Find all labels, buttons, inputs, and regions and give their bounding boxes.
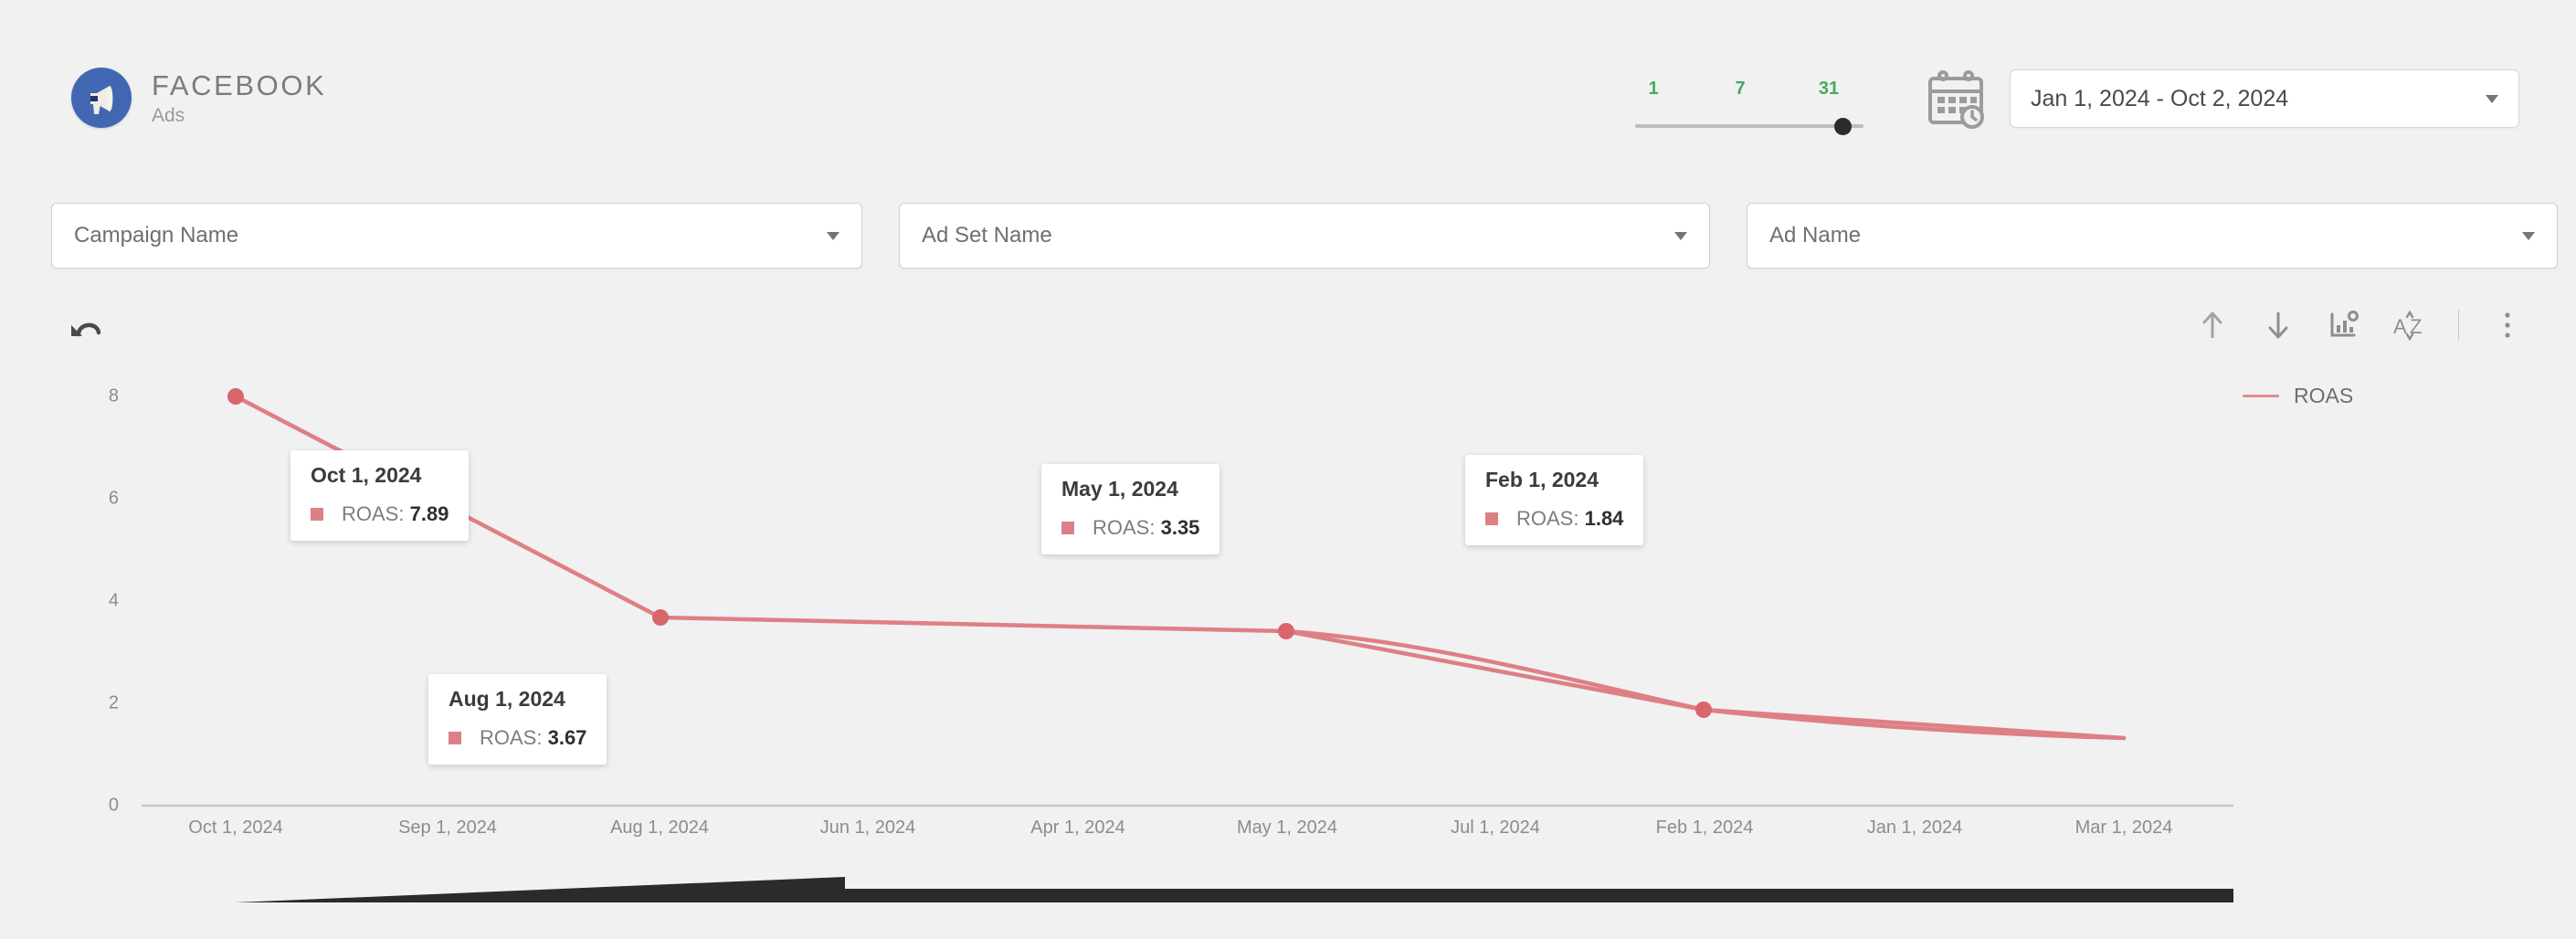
tooltip-metric-label: ROAS: — [480, 726, 543, 749]
chevron-down-icon — [827, 231, 839, 240]
roas-line-chart: 8 6 4 2 0 Oct 1, 2024 Sep 1, 2024 Aug 1,… — [0, 356, 2576, 849]
slider-tick-7: 7 — [1735, 79, 1746, 99]
x-tick-0: Oct 1, 2024 — [188, 818, 283, 838]
tooltip-metric-value: 7.89 — [409, 502, 449, 525]
tooltip-color-swatch — [1485, 512, 1498, 525]
filter-ad-set-name-label: Ad Set Name — [922, 223, 1052, 248]
filter-ad-name[interactable]: Ad Name — [1747, 203, 2558, 269]
chevron-down-icon — [2522, 231, 2535, 240]
data-point-marker[interactable] — [652, 609, 669, 626]
horizontal-scrollbar[interactable] — [0, 848, 2576, 902]
filter-ad-set-name[interactable]: Ad Set Name — [899, 203, 1710, 269]
brand-title: FACEBOOK — [152, 69, 327, 101]
tooltip-oct: Oct 1, 2024 ROAS: 7.89 — [290, 450, 470, 541]
chart-settings-icon[interactable] — [2327, 307, 2361, 343]
x-tick-6: Jul 1, 2024 — [1451, 818, 1540, 838]
data-point-marker[interactable] — [227, 388, 244, 405]
undo-icon[interactable] — [66, 311, 106, 347]
tooltip-metric-value: 3.35 — [1160, 516, 1200, 539]
bottom-grid-strip — [0, 900, 2576, 939]
x-tick-5: May 1, 2024 — [1236, 818, 1338, 838]
tooltip-color-swatch — [311, 508, 323, 521]
tooltip-aug: Aug 1, 2024 ROAS: 3.67 — [428, 674, 607, 765]
filter-row: Campaign Name Ad Set Name Ad Name — [0, 203, 2576, 276]
chart-plot — [142, 388, 2233, 807]
chevron-down-icon — [2486, 94, 2498, 103]
x-tick-7: Feb 1, 2024 — [1655, 818, 1754, 838]
tooltip-title: May 1, 2024 — [1061, 477, 1178, 501]
more-vertical-icon[interactable] — [2490, 307, 2525, 343]
chart-toolbar: A Z — [0, 301, 2576, 356]
chevron-down-icon — [1674, 231, 1687, 240]
sort-alpha-icon[interactable]: A Z — [2392, 307, 2427, 343]
tooltip-color-swatch — [449, 732, 461, 744]
filter-campaign-name[interactable]: Campaign Name — [51, 203, 862, 269]
granularity-slider[interactable]: 1 7 31 — [1635, 79, 1863, 142]
date-range-value: Jan 1, 2024 - Oct 2, 2024 — [2031, 85, 2289, 111]
filter-campaign-name-label: Campaign Name — [74, 223, 239, 248]
scrollbar-thumb[interactable] — [0, 848, 2576, 902]
filter-ad-name-label: Ad Name — [1769, 223, 1862, 248]
arrow-up-icon[interactable] — [2195, 307, 2230, 343]
tooltip-metric-value: 1.84 — [1584, 507, 1624, 530]
data-point-marker[interactable] — [1695, 702, 1712, 718]
tooltip-may: May 1, 2024 ROAS: 3.35 — [1041, 464, 1220, 554]
legend-line-icon — [2243, 395, 2279, 397]
tooltip-metric-value: 3.67 — [547, 726, 587, 749]
x-tick-8: Jan 1, 2024 — [1866, 818, 1963, 838]
slider-thumb[interactable] — [1834, 118, 1852, 135]
slider-tick-31: 31 — [1818, 79, 1840, 99]
x-tick-9: Mar 1, 2024 — [2075, 818, 2173, 838]
tooltip-title: Aug 1, 2024 — [449, 687, 565, 711]
tooltip-title: Oct 1, 2024 — [311, 463, 422, 487]
brand: FACEBOOK Ads — [71, 68, 326, 128]
slider-tick-1: 1 — [1648, 79, 1659, 99]
tooltip-metric-label: ROAS: — [1516, 507, 1579, 530]
tooltip-feb: Feb 1, 2024 ROAS: 1.84 — [1465, 455, 1644, 545]
tooltip-color-swatch — [1061, 522, 1074, 534]
x-tick-2: Aug 1, 2024 — [610, 818, 709, 838]
series-line-roas-tail — [1283, 628, 2127, 741]
data-point-marker[interactable] — [1278, 623, 1294, 639]
legend-label-roas: ROAS — [2294, 384, 2354, 407]
calendar-icon[interactable] — [1923, 66, 1989, 132]
brand-subtitle: Ads — [152, 104, 185, 126]
chart-legend[interactable]: ROAS — [2243, 384, 2353, 408]
date-range-select[interactable]: Jan 1, 2024 - Oct 2, 2024 — [2010, 69, 2519, 128]
tooltip-metric-label: ROAS: — [342, 502, 405, 525]
megaphone-icon — [71, 68, 132, 128]
toolbar-divider — [2458, 310, 2459, 341]
slider-track[interactable] — [1635, 124, 1863, 128]
x-tick-4: Apr 1, 2024 — [1030, 818, 1125, 838]
svg-text:A: A — [2393, 315, 2407, 338]
tooltip-title: Feb 1, 2024 — [1485, 468, 1599, 491]
tooltip-metric-label: ROAS: — [1093, 516, 1156, 539]
app-header: FACEBOOK Ads 1 7 31 Jan 1, 2024 - Oct 2,… — [0, 0, 2576, 183]
x-tick-3: Jun 1, 2024 — [819, 818, 916, 838]
x-tick-1: Sep 1, 2024 — [398, 818, 497, 838]
arrow-down-icon[interactable] — [2261, 307, 2296, 343]
